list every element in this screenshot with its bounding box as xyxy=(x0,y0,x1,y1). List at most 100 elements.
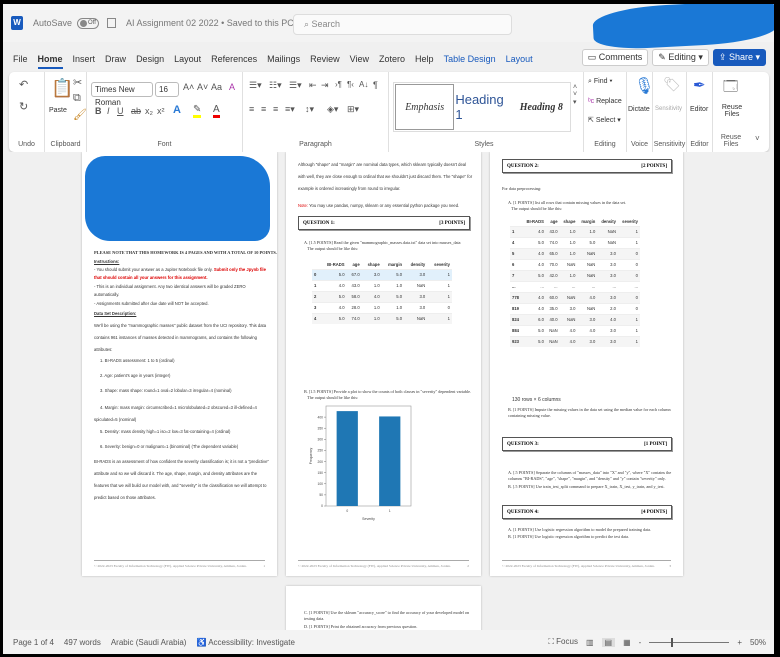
tab-layout[interactable]: Layout xyxy=(174,51,201,67)
find-button[interactable]: ⌕ Find ▾ xyxy=(588,78,612,86)
tab-insert[interactable]: Insert xyxy=(73,51,96,67)
tab-help[interactable]: Help xyxy=(415,51,434,67)
align-right-icon[interactable]: ≡ xyxy=(273,104,278,114)
dictate-label[interactable]: Dictate xyxy=(628,106,650,113)
zoom-slider[interactable] xyxy=(649,637,730,647)
tab-draw[interactable]: Draw xyxy=(105,51,126,67)
word-window: W AutoSave Off AI Assignment 02 2022 • S… xyxy=(3,4,774,654)
select-button[interactable]: ⇱ Select ▾ xyxy=(588,116,621,124)
grow-font-icon[interactable]: A˄ xyxy=(183,82,194,92)
table-cell: 65.0 xyxy=(545,247,560,259)
web-layout-icon[interactable]: ▦ xyxy=(623,638,631,647)
italic-icon[interactable]: I xyxy=(107,106,110,116)
paste-icon[interactable]: 📋 xyxy=(51,78,73,99)
tab-home[interactable]: Home xyxy=(37,51,63,69)
tab-zotero[interactable]: Zotero xyxy=(379,51,405,67)
clear-format-icon[interactable]: A xyxy=(229,82,235,92)
zoom-out-button[interactable]: - xyxy=(639,638,642,647)
zoom-level[interactable]: 50% xyxy=(750,638,766,647)
row-index: 923 xyxy=(510,335,523,347)
shading-icon[interactable]: ◈▾ xyxy=(327,104,338,115)
collapse-ribbon-icon[interactable]: ˅ xyxy=(755,134,760,143)
borders-icon[interactable]: ⊞▾ xyxy=(347,104,359,115)
decrease-indent-icon[interactable]: ⇤ xyxy=(309,80,317,91)
tab-design[interactable]: Design xyxy=(136,51,164,67)
styles-gallery: Emphasis Heading 1 Heading 8 xyxy=(393,82,571,132)
print-layout-icon[interactable]: ▤ xyxy=(601,637,616,647)
comments-button[interactable]: ▭ Comments xyxy=(581,49,649,66)
underline-icon[interactable]: U xyxy=(117,106,124,116)
text-effects-icon[interactable]: A xyxy=(173,104,181,116)
shrink-font-icon[interactable]: A˅ xyxy=(197,82,208,92)
line-spacing-icon[interactable]: ↕▾ xyxy=(305,104,314,115)
editor-icon[interactable]: ✒ xyxy=(693,76,706,94)
table-row: 884 5.0 NaN 4.0 4.0 3.0 1 xyxy=(510,324,640,336)
zoom-in-button[interactable]: + xyxy=(737,638,742,647)
table-cell: 70.0 xyxy=(545,258,560,270)
row-index: 6 xyxy=(510,258,523,270)
highlight-icon[interactable]: ✎ xyxy=(193,104,202,118)
subscript-icon[interactable]: x₂ xyxy=(145,106,153,116)
justify-icon[interactable]: ≡▾ xyxy=(285,104,295,115)
editor-button[interactable]: Editor xyxy=(690,106,708,113)
ltr-icon[interactable]: ›¶ xyxy=(335,80,342,89)
replace-button[interactable]: ᵇc Replace xyxy=(588,98,622,105)
page-count[interactable]: Page 1 of 4 xyxy=(13,638,54,647)
format-painter-icon[interactable]: 🖌 xyxy=(73,108,87,121)
editing-mode-button[interactable]: ✎ Editing ▾ xyxy=(652,49,709,66)
instruction-2: - This is an individual assignment. Any … xyxy=(94,284,246,297)
share-button[interactable]: ⇪ Share ▾ xyxy=(712,49,766,66)
document-title[interactable]: AI Assignment 02 2022 • Saved to this PC… xyxy=(126,18,303,29)
table-cell: 5.0 xyxy=(381,268,405,280)
tab-mailings[interactable]: Mailings xyxy=(267,51,300,67)
table-cell: 28.0 xyxy=(346,301,362,313)
save-icon[interactable] xyxy=(107,18,117,28)
tab-table-layout[interactable]: Layout xyxy=(506,51,533,67)
redo-icon[interactable]: ↻ xyxy=(19,100,28,113)
font-name-select[interactable]: Times New Roman xyxy=(91,82,153,107)
sort-icon[interactable]: A↓ xyxy=(359,80,368,89)
copy-icon[interactable]: ⧉ xyxy=(73,92,81,105)
tab-review[interactable]: Review xyxy=(310,51,340,67)
cut-icon[interactable]: ✂ xyxy=(73,76,82,89)
font-color-icon[interactable]: A xyxy=(213,104,220,118)
styles-scroll-icon[interactable]: ˄ ˅ ▾ xyxy=(573,84,577,106)
accessibility-button[interactable]: ♿ Accessibility: Investigate xyxy=(196,638,294,647)
bullets-icon[interactable]: ☰▾ xyxy=(249,80,262,91)
show-formatting-icon[interactable]: ¶ xyxy=(373,80,378,90)
read-mode-icon[interactable]: ▥ xyxy=(586,638,594,647)
table-cell: NaN xyxy=(545,335,560,347)
word-count[interactable]: 497 words xyxy=(64,638,101,647)
undo-icon[interactable]: ↶ xyxy=(19,78,28,91)
tab-file[interactable]: File xyxy=(13,51,28,67)
microphone-icon[interactable]: 🎙 xyxy=(634,76,654,96)
strikethrough-icon[interactable]: ab xyxy=(131,106,141,116)
document-canvas[interactable]: PLEASE NOTE THAT THIS HOMEWORK IS 4 PAGE… xyxy=(3,152,774,630)
change-case-icon[interactable]: Aa xyxy=(211,82,222,92)
tab-view[interactable]: View xyxy=(350,51,369,67)
attribute-5: 5. Density: mass density high=1 iso=2 lo… xyxy=(100,429,231,434)
font-size-select[interactable]: 16 xyxy=(155,82,179,97)
tab-references[interactable]: References xyxy=(211,51,257,67)
align-center-icon[interactable]: ≡ xyxy=(261,104,266,114)
focus-button[interactable]: ⛶ Focus xyxy=(548,637,578,647)
paste-label[interactable]: Paste xyxy=(49,107,67,114)
bold-icon[interactable]: B xyxy=(95,106,102,116)
style-heading-8[interactable]: Heading 8 xyxy=(513,83,570,131)
rtl-icon[interactable]: ¶‹ xyxy=(347,80,354,89)
style-emphasis[interactable]: Emphasis xyxy=(395,84,455,130)
autosave-toggle[interactable]: Off xyxy=(77,17,100,29)
tab-table-design[interactable]: Table Design xyxy=(444,51,496,67)
numbering-icon[interactable]: ☷▾ xyxy=(269,80,282,91)
note-line: Note: You may use pandas, numpy, sklearn… xyxy=(298,202,459,210)
reuse-files-icon[interactable]: 🗔 xyxy=(723,76,738,100)
superscript-icon[interactable]: x² xyxy=(157,106,165,116)
align-left-icon[interactable]: ≡ xyxy=(249,104,254,114)
table-cell: 5.0 xyxy=(319,312,347,324)
increase-indent-icon[interactable]: ⇥ xyxy=(321,80,329,91)
reuse-files-button[interactable]: Reuse Files xyxy=(719,104,745,118)
style-heading-1[interactable]: Heading 1 xyxy=(455,83,512,131)
multilevel-list-icon[interactable]: ☰▾ xyxy=(289,80,302,91)
search-input[interactable]: ⌕ Search xyxy=(293,14,512,35)
language[interactable]: Arabic (Saudi Arabia) xyxy=(111,638,187,647)
